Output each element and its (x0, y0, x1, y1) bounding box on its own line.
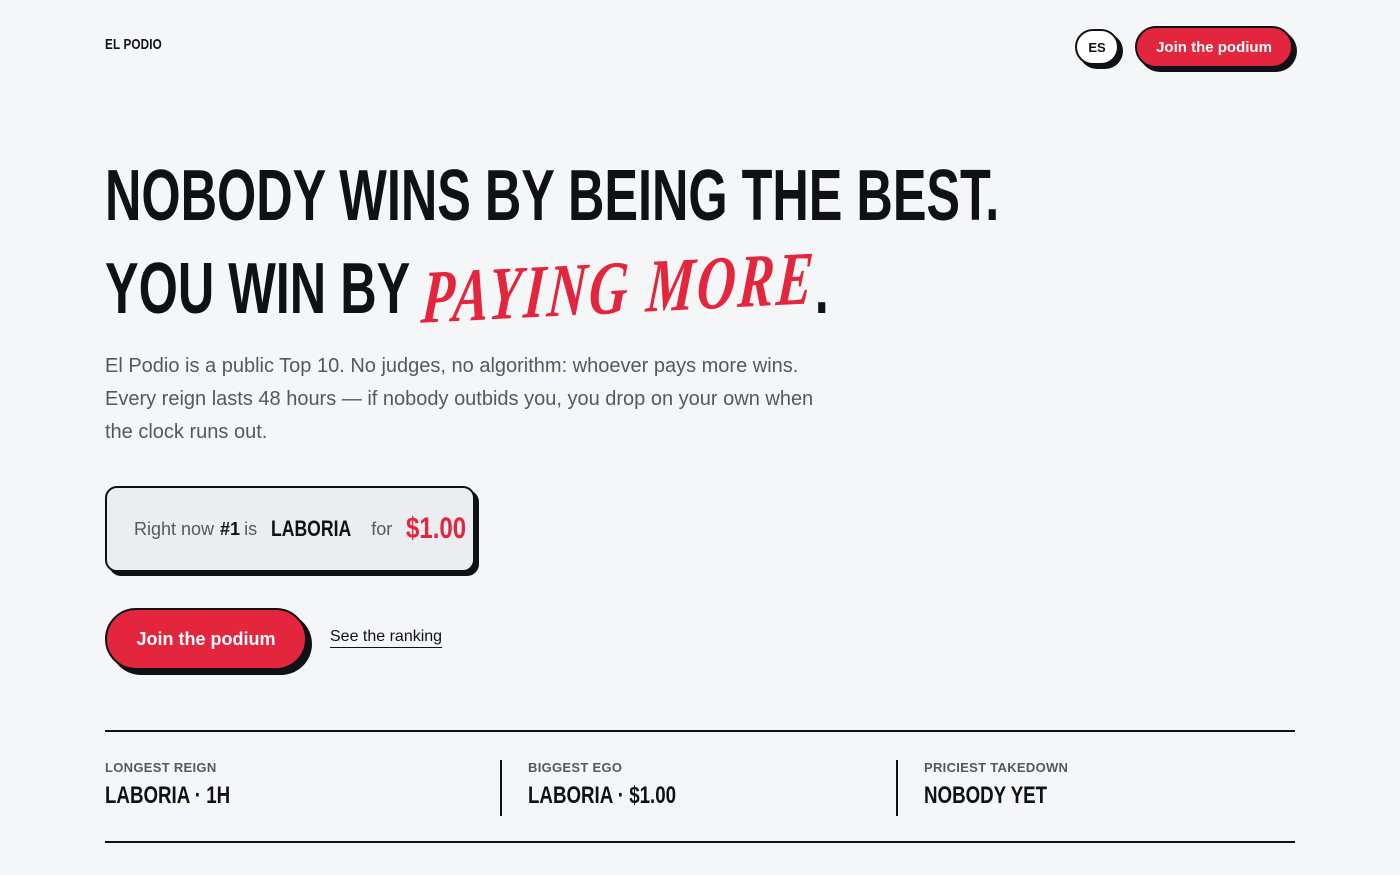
headline-line-2-prefix: YOU WIN BY (105, 249, 411, 329)
see-ranking-link[interactable]: See the ranking (330, 628, 443, 648)
headline-line-2: YOU WIN BY PAYING MORE. (105, 236, 999, 339)
language-toggle-button[interactable]: ES (1075, 29, 1119, 65)
join-podium-button[interactable]: Join the podium (105, 608, 307, 670)
leader-name: LABORIA (271, 516, 352, 541)
header-join-button[interactable]: Join the podium (1135, 26, 1293, 68)
stats-bar: LONGEST REIGN LABORIA · 1H BIGGEST EGO L… (105, 730, 1295, 843)
stat-longest-reign: LONGEST REIGN LABORIA · 1H (105, 760, 265, 818)
hero-description: El Podio is a public Top 10. No judges, … (105, 355, 814, 443)
stat-label: LONGEST REIGN (105, 760, 217, 775)
stat-label: PRICIEST TAKEDOWN (924, 760, 1069, 775)
brand-logo[interactable]: EL PODIO (105, 36, 162, 53)
stat-divider (500, 760, 502, 816)
status-is: is (244, 518, 258, 539)
stat-label: BIGGEST EGO (528, 760, 623, 775)
stat-biggest-ego: BIGGEST EGO LABORIA · $1.00 (528, 760, 718, 818)
headline-accent: PAYING MORE (418, 236, 819, 340)
stat-divider (896, 760, 898, 816)
headline-line-1: NOBODY WINS BY BEING THE BEST. (105, 156, 1000, 236)
hero-headline: NOBODY WINS BY BEING THE BEST. YOU WIN B… (105, 150, 1000, 340)
stat-value: NOBODY YET (924, 782, 1048, 809)
stat-priciest-takedown: PRICIEST TAKEDOWN NOBODY YET (924, 760, 1082, 818)
status-rank: #1 (220, 518, 241, 539)
status-prefix: Right now (134, 518, 215, 539)
stat-value: LABORIA · $1.00 (528, 782, 677, 809)
status-for: for (371, 518, 393, 539)
leader-price: $1.00 (406, 512, 467, 545)
stat-value: LABORIA · 1H (105, 782, 231, 809)
landing-page: EL PODIO ES Join the podium NOBODY WINS … (0, 0, 1400, 875)
current-leader-card: Right now #1 is LABORIA for $1.00 (105, 486, 475, 572)
